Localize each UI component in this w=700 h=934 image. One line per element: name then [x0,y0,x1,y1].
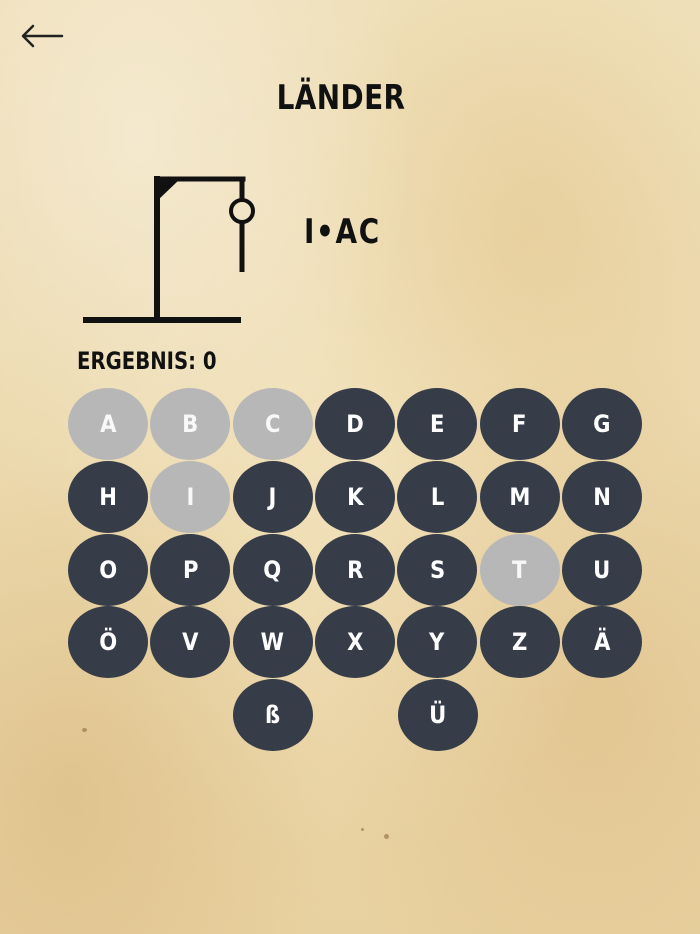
letter-key-label: O [99,555,117,584]
letter-key-label: Q [263,555,282,584]
letter-key[interactable]: U [561,533,642,606]
letter-key-label: Z [511,628,528,657]
letter-key-label: L [430,482,444,511]
letter-key-label: C [264,410,281,438]
letter-key[interactable]: S [397,533,478,606]
letter-key-label: S [429,555,445,584]
letter-key-label: T [512,555,527,584]
score-label: ERGEBNIS: [77,347,197,375]
letter-key-label: Ö [99,628,117,657]
letter-key[interactable]: Y [397,606,478,679]
letter-key[interactable]: B [150,388,231,460]
letter-key[interactable]: H [68,460,148,533]
letter-key[interactable]: ß [233,679,313,752]
letter-key[interactable]: P [150,533,231,606]
letter-key-label: E [429,410,445,438]
letter-key[interactable]: E [397,388,478,460]
arrow-left-icon [21,24,64,48]
letter-key[interactable]: C [232,388,313,460]
letter-key-label: Ü [429,701,447,730]
letter-key-label: J [268,482,277,511]
letter-key-label: ß [265,701,281,730]
letter-key-label: P [182,555,199,584]
letter-key[interactable]: O [68,533,148,606]
letter-key[interactable]: K [314,460,395,533]
letter-key-label: F [512,410,527,438]
word-display: I•AC [304,212,381,252]
letter-key-label: M [508,482,531,511]
letter-key-label: Y [429,628,445,657]
paper-speck [384,834,389,839]
hangman-drawing [82,170,262,330]
letter-key-label: D [346,410,364,438]
letter-key[interactable]: N [561,460,642,533]
letter-key-label: Ä [593,628,610,657]
back-button[interactable] [18,20,66,52]
score-display: ERGEBNIS: 0 [77,347,217,375]
letter-key[interactable]: M [479,460,560,533]
letter-key[interactable]: G [561,388,642,460]
letter-key[interactable]: L [397,460,478,533]
letter-key[interactable]: A [68,388,148,460]
category-title: LÄNDER [276,78,406,118]
score-value: 0 [202,347,217,375]
letter-key-label: K [346,482,364,511]
letter-key-label: B [182,410,199,438]
letter-key-label: A [99,410,117,438]
letter-key-label: I [186,482,195,511]
letter-key[interactable]: D [314,388,395,460]
letter-key[interactable]: J [232,460,313,533]
letter-key[interactable]: V [150,606,231,679]
letter-key[interactable]: Ö [68,606,148,679]
letter-key[interactable]: R [314,533,395,606]
letter-key[interactable]: Ä [561,606,642,679]
letter-key[interactable]: Q [232,533,313,606]
letter-key-label: U [593,555,611,584]
letter-key[interactable]: Z [479,606,560,679]
letter-key[interactable]: I [150,460,231,533]
letter-key[interactable]: X [314,606,395,679]
letter-key-label: V [182,628,199,657]
letter-key[interactable]: Ü [398,679,478,752]
letter-key[interactable]: T [479,533,560,606]
letter-key-label: H [99,482,117,511]
paper-speck [361,828,364,831]
letter-key-label: W [260,628,285,657]
letter-key[interactable]: F [479,388,560,460]
letter-key-label: G [593,410,611,438]
letter-key-label: R [346,555,364,584]
letter-key[interactable]: W [232,606,313,679]
letter-key-label: N [592,482,611,511]
letter-keyboard: A B C D E F G H I J K L M N O P Q R S T U Ö V W X Y Z Äß Ü [68,388,648,758]
letter-key-label: X [346,628,364,657]
